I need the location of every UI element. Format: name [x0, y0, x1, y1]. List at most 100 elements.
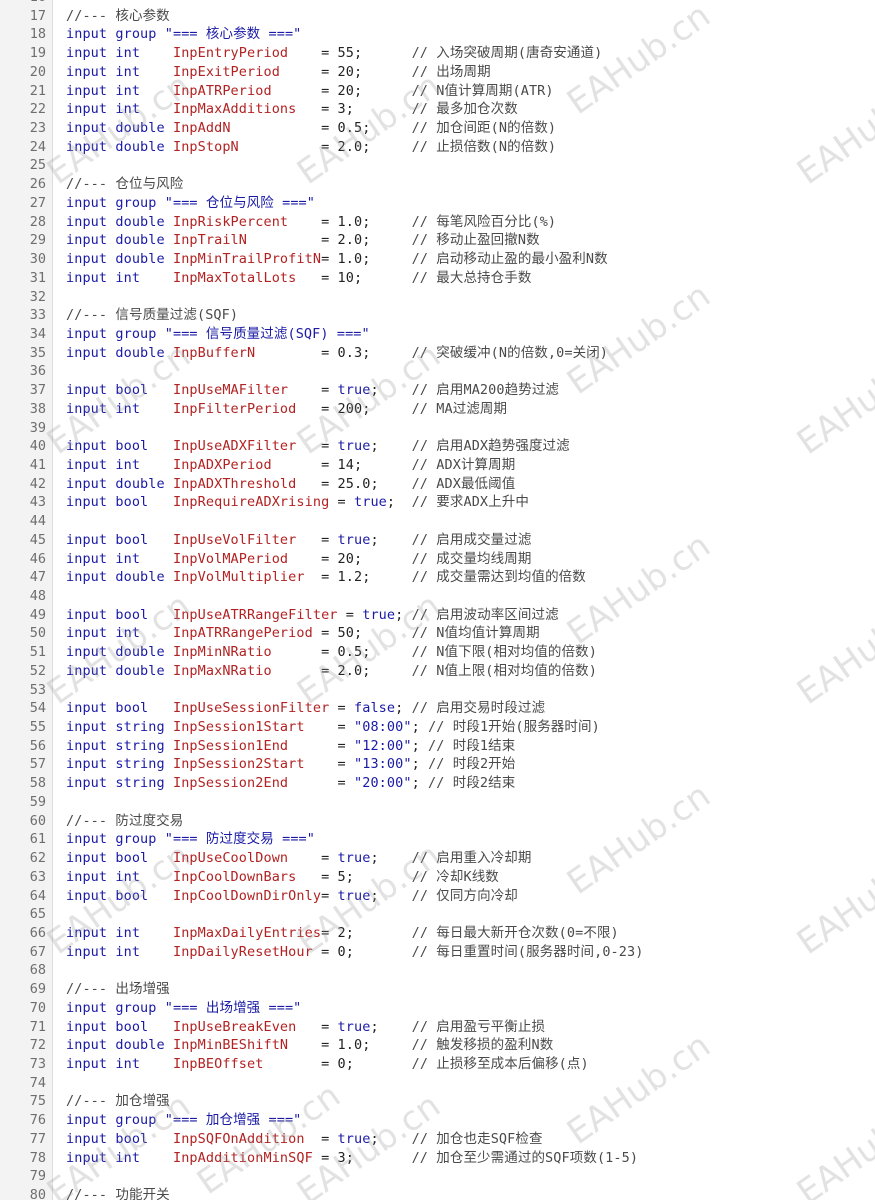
line-number: 63 [29, 868, 46, 885]
line-number: 46 [29, 550, 46, 567]
code-line[interactable]: 51 input double InpMinNRatio = 0.5; // N值… [0, 643, 875, 662]
line-number: 59 [29, 793, 46, 810]
code-line[interactable]: 30 input double InpMinTrailProfitN= 1.0; … [0, 250, 875, 269]
code-line[interactable]: 67 input int InpDailyResetHour = 0; // 每日… [0, 943, 875, 962]
code-line[interactable]: 68 [0, 961, 875, 980]
code-line[interactable]: 69 //--- 出场增强 [0, 980, 875, 999]
code-line[interactable]: 53 [0, 681, 875, 700]
code-line[interactable]: 46 input int InpVolMAPeriod = 20; // 成交量均… [0, 550, 875, 569]
code-line[interactable]: 73 input int InpBEOffset = 0; // 止损移至成本后偏… [0, 1055, 875, 1074]
code-token-kw: true [337, 438, 371, 455]
code-line[interactable]: 36 [0, 362, 875, 381]
code-text: //--- 功能开关 [66, 1186, 170, 1200]
code-line[interactable]: 29 input double InpTrailN = 2.0; // 移动止盈回… [0, 231, 875, 250]
code-line[interactable]: 43 input bool InpRequireADXrising = true;… [0, 493, 875, 512]
code-line[interactable]: 64 input bool InpCoolDownDirOnly= true; /… [0, 887, 875, 906]
code-token-op: ; [395, 606, 412, 623]
code-line[interactable]: 32 [0, 288, 875, 307]
code-line[interactable]: 38 input int InpFilterPeriod = 200; // MA… [0, 400, 875, 419]
code-line[interactable]: 62 input bool InpUseCoolDown = true; // 启… [0, 849, 875, 868]
code-line[interactable]: 55 input string InpSession1Start = "08:00… [0, 718, 875, 737]
line-number: 62 [29, 850, 46, 867]
code-token-op: = 2.0; [247, 232, 412, 249]
code-line[interactable]: 33 //--- 信号质量过滤(SQF) [0, 306, 875, 325]
code-line[interactable]: 71 input bool InpUseBreakEven = true; // … [0, 1018, 875, 1037]
code-line[interactable]: 74 [0, 1074, 875, 1093]
code-line[interactable]: 26 //--- 仓位与风险 [0, 175, 875, 194]
code-line[interactable]: 20 input int InpExitPeriod = 20; // 出场周期 [0, 63, 875, 82]
code-line[interactable]: 16 [0, 0, 875, 7]
code-line[interactable]: 56 input string InpSession1End = "12:00";… [0, 737, 875, 756]
code-line[interactable]: 59 [0, 793, 875, 812]
code-line[interactable]: 78 input int InpAdditionMinSQF = 3; // 加仓… [0, 1149, 875, 1168]
code-line[interactable]: 61 input group "=== 防过度交易 ===" [0, 830, 875, 849]
code-line[interactable]: 18 input group "=== 核心参数 ===" [0, 25, 875, 44]
code-token-id: InpADXThreshold [172, 475, 297, 492]
code-line[interactable]: 22 input int InpMaxAdditions = 3; // 最多加仓… [0, 100, 875, 119]
code-token-cm: // ADX最低阈值 [411, 475, 516, 492]
line-number: 79 [29, 1168, 46, 1185]
code-line[interactable]: 37 input bool InpUseMAFilter = true; // 启… [0, 381, 875, 400]
code-line[interactable]: 35 input double InpBufferN = 0.3; // 突破缓冲… [0, 344, 875, 363]
code-line[interactable]: 47 input double InpVolMultiplier = 1.2; /… [0, 568, 875, 587]
code-token-id: InpBufferN [172, 344, 256, 361]
code-line[interactable]: 27 input group "=== 仓位与风险 ===" [0, 194, 875, 213]
code-token-id: InpTrailN [172, 232, 248, 249]
code-line[interactable]: 39 [0, 419, 875, 438]
code-token-op: ; [386, 494, 412, 511]
code-line[interactable]: 48 [0, 587, 875, 606]
code-line[interactable]: 80 //--- 功能开关 [0, 1186, 875, 1200]
code-token-kw: input int [66, 82, 173, 99]
code-token-cm: // 时段2结束 [428, 775, 516, 792]
code-line[interactable]: 76 input group "=== 加仓增强 ===" [0, 1111, 875, 1130]
code-token-kw: input bool [66, 382, 173, 399]
code-line[interactable]: 21 input int InpATRPeriod = 20; // N值计算周期… [0, 82, 875, 101]
code-line[interactable]: 63 input int InpCoolDownBars = 5; // 冷却K线… [0, 868, 875, 887]
code-line[interactable]: 19 input int InpEntryPeriod = 55; // 入场突破… [0, 44, 875, 63]
code-token-kw: true [362, 606, 396, 623]
code-line[interactable]: 28 input double InpRiskPercent = 1.0; // … [0, 213, 875, 232]
code-line[interactable]: 24 input double InpStopN = 2.0; // 止损倍数(N… [0, 138, 875, 157]
code-token-kw: input bool [66, 850, 173, 867]
code-token-id: InpUseATRRangeFilter [172, 606, 338, 623]
code-text: input group "=== 出场增强 ===" [66, 999, 301, 1018]
code-line[interactable]: 70 input group "=== 出场增强 ===" [0, 999, 875, 1018]
code-line[interactable]: 52 input double InpMaxNRatio = 2.0; // N值… [0, 662, 875, 681]
code-token-id: InpUseBreakEven [172, 1018, 297, 1035]
code-line[interactable]: 45 input bool InpUseVolFilter = true; // … [0, 531, 875, 550]
code-line[interactable]: 50 input int InpATRRangePeriod = 50; // N… [0, 624, 875, 643]
line-number: 51 [29, 644, 46, 661]
code-text: input group "=== 核心参数 ===" [66, 25, 301, 44]
code-line[interactable]: 17 //--- 核心参数 [0, 7, 875, 26]
code-line[interactable]: 77 input bool InpSQFOnAddition = true; //… [0, 1130, 875, 1149]
code-editor[interactable]: 1617 //--- 核心参数 18 input group "=== 核心参数 ==… [0, 0, 875, 1200]
code-line[interactable]: 75 //--- 加仓增强 [0, 1092, 875, 1111]
code-line[interactable]: 41 input int InpADXPeriod = 14; // ADX计算周… [0, 456, 875, 475]
code-line[interactable]: 65 [0, 905, 875, 924]
code-line[interactable]: 60 //--- 防过度交易 [0, 812, 875, 831]
code-line[interactable]: 31 input int InpMaxTotalLots = 10; // 最大总… [0, 269, 875, 288]
code-line[interactable]: 49 input bool InpUseATRRangeFilter = true… [0, 606, 875, 625]
code-line[interactable]: 25 [0, 156, 875, 175]
code-token-sec: //--- 防过度交易 [66, 812, 184, 829]
code-token-cm: // 启用ADX趋势强度过滤 [411, 438, 570, 455]
code-line[interactable]: 58 input string InpSession2End = "20:00";… [0, 774, 875, 793]
code-line[interactable]: 66 input int InpMaxDailyEntries= 2; // 每日… [0, 924, 875, 943]
code-line[interactable]: 54 input bool InpUseSessionFilter = false… [0, 699, 875, 718]
code-line[interactable]: 57 input string InpSession2Start = "13:00… [0, 755, 875, 774]
code-text: input int InpATRRangePeriod = 50; // N值均… [66, 624, 540, 643]
code-token-op: = 0.3; [255, 344, 412, 361]
code-token-id: InpMaxDailyEntries [172, 924, 322, 941]
code-token-op: = [304, 1130, 338, 1147]
code-line[interactable]: 72 input double InpMinBEShiftN = 1.0; // … [0, 1036, 875, 1055]
code-line[interactable]: 40 input bool InpUseADXFilter = true; // … [0, 437, 875, 456]
code-line[interactable]: 42 input double InpADXThreshold = 25.0; /… [0, 475, 875, 494]
line-number: 33 [29, 307, 46, 324]
code-line[interactable]: 44 [0, 512, 875, 531]
code-line[interactable]: 34 input group "=== 信号质量过滤(SQF) ===" [0, 325, 875, 344]
code-token-id: InpMaxNRatio [172, 662, 272, 679]
code-line[interactable]: 23 input double InpAddN = 0.5; // 加仓间距(N的… [0, 119, 875, 138]
code-line[interactable]: 79 [0, 1167, 875, 1186]
line-number: 38 [29, 400, 46, 417]
code-token-kw: input bool [66, 606, 173, 623]
